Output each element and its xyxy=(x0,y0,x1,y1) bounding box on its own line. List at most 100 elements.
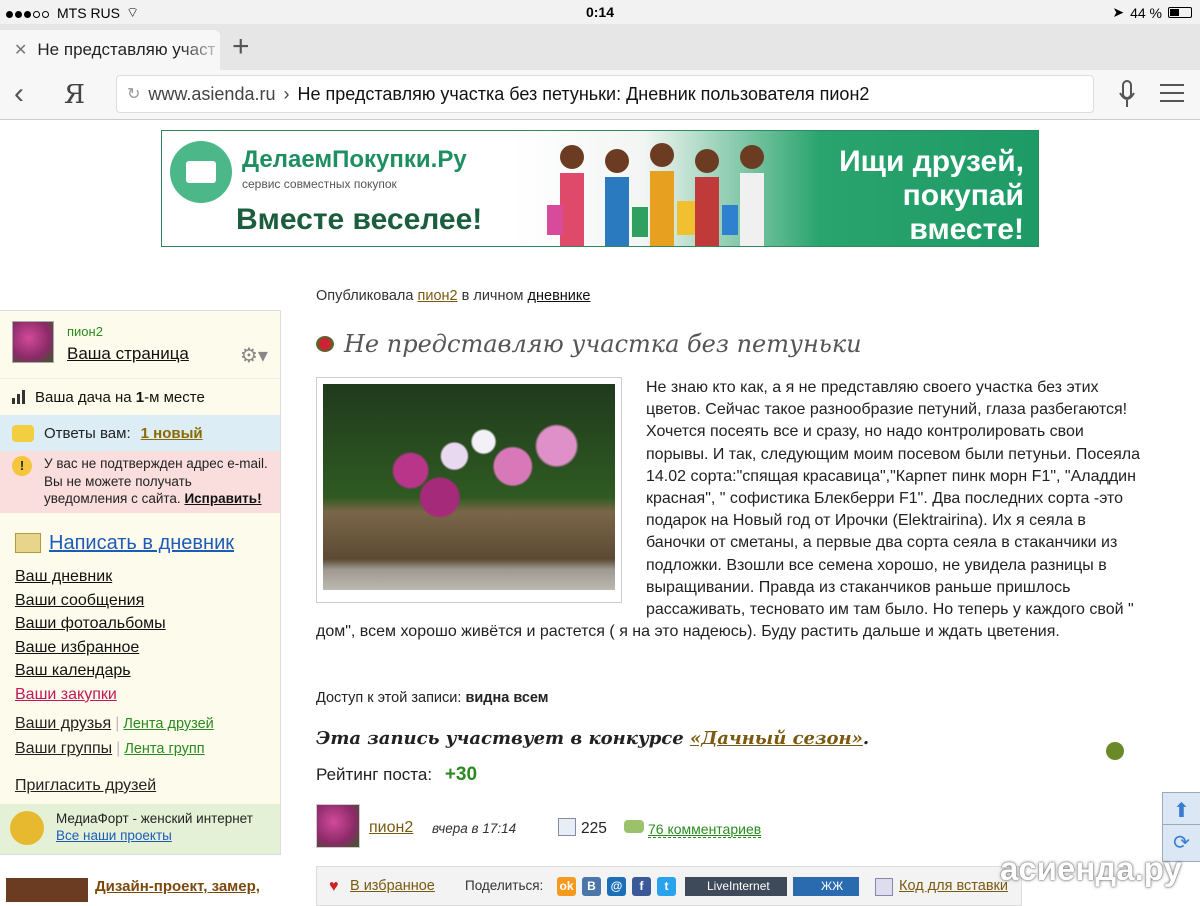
close-tab-icon[interactable]: ✕ xyxy=(14,40,27,60)
url-host: www.asienda.ru xyxy=(148,83,276,104)
post-meta: Опубликовала пион2 в личном дневнике xyxy=(316,288,590,304)
sidebar-ad-link[interactable]: Дизайн-проект, замер, xyxy=(95,878,260,895)
facebook-share-icon[interactable]: f xyxy=(632,877,651,896)
twitter-share-icon[interactable]: t xyxy=(657,877,676,896)
warning-icon: ! xyxy=(12,456,32,476)
sidebar-username[interactable]: пион2 xyxy=(67,324,103,339)
friends-feed-link[interactable]: Лента друзей xyxy=(123,716,213,732)
published-mid: в личном xyxy=(461,288,524,304)
all-projects-link[interactable]: Все наши проекты xyxy=(56,828,172,843)
microphone-icon[interactable] xyxy=(1118,80,1136,110)
liveinternet-share-button[interactable]: LiveInternet xyxy=(685,877,787,896)
back-button[interactable]: ‹ xyxy=(14,79,24,109)
reload-icon[interactable]: ↻ xyxy=(127,84,140,104)
contest-prefix: Эта запись участвует в конкурсе xyxy=(316,728,684,749)
post-title-row: Не представляю участка без петуньки xyxy=(316,330,862,358)
access-label: Доступ к этой записи: xyxy=(316,690,462,706)
author-link[interactable]: пион2 xyxy=(418,288,458,304)
diary-link[interactable]: дневнике xyxy=(528,288,591,304)
user-block: пион2 Ваша страница ⚙▾ xyxy=(0,311,280,379)
author-name-link[interactable]: пион2 xyxy=(369,819,413,837)
tab-title: Не представляю участка без петуньки: Дне… xyxy=(37,40,216,59)
sidebar-item-messages[interactable]: Ваши сообщения xyxy=(15,589,280,613)
sidebar-item-albums[interactable]: Ваши фотоальбомы xyxy=(15,612,280,636)
furniture-image xyxy=(6,878,88,902)
rating-row: Рейтинг поста: +30 xyxy=(316,764,477,786)
invite-friends-link[interactable]: Пригласить друзей xyxy=(15,777,156,794)
flower-icon xyxy=(316,336,334,352)
answers-row: Ответы вам: 1 новый xyxy=(0,415,280,451)
access-value: видна всем xyxy=(465,690,549,706)
your-page-link[interactable]: Ваша страница xyxy=(67,344,189,364)
ad-banner[interactable]: ДелаемПокупки.Ру сервис совместных покуп… xyxy=(161,130,1039,247)
rating-value: +30 xyxy=(444,764,478,785)
clock: 0:14 xyxy=(585,4,615,20)
sidebar-item-favorites[interactable]: Ваше избранное xyxy=(15,636,280,660)
wallet-icon xyxy=(170,141,232,203)
answers-label: Ответы вам: xyxy=(44,424,131,442)
answers-new-link[interactable]: 1 новый xyxy=(141,425,203,442)
write-diary-link[interactable]: Написать в дневник xyxy=(49,532,234,555)
published-prefix: Опубликовала xyxy=(316,288,414,304)
contest-suffix: . xyxy=(862,728,870,749)
sidebar-links: Ваш дневник Ваши сообщения Ваши фотоальб… xyxy=(0,565,280,706)
author-row: пион2 вчера в 17:14 225 76 комментариев xyxy=(316,804,836,848)
ladybug-icon xyxy=(1106,742,1124,760)
email-warning: ! У вас не подтвержден адрес e-mail. Вы … xyxy=(0,451,280,513)
embed-code-link[interactable]: Код для вставки xyxy=(899,878,1008,894)
post-time: вчера в 17:14 xyxy=(432,821,517,836)
mailru-share-icon[interactable]: @ xyxy=(607,877,626,896)
menu-icon[interactable] xyxy=(1160,84,1184,108)
rank-prefix: Ваша дача на xyxy=(35,388,136,406)
contest-row: Эта запись участвует в конкурсе «Дачный … xyxy=(316,728,869,749)
watermark: асиенда.ру xyxy=(1000,850,1182,887)
comments-icon xyxy=(624,820,644,833)
vk-share-icon[interactable]: В xyxy=(582,877,601,896)
user-avatar[interactable] xyxy=(12,321,54,363)
odnoklassniki-share-icon[interactable]: ok xyxy=(557,877,576,896)
groups-link[interactable]: Ваши группы xyxy=(15,740,112,757)
status-bar: MTS RUS ⌔ 0:14 ➤ 44 % xyxy=(0,0,1200,24)
notepad-icon xyxy=(15,533,41,553)
contest-link[interactable]: «Дачный сезон» xyxy=(690,728,863,749)
livejournal-share-button[interactable]: ЖЖ xyxy=(793,877,859,896)
yandex-logo-button[interactable]: Я xyxy=(64,80,85,110)
browser-tab[interactable]: ✕ Не представляю участка без петуньки: Д… xyxy=(0,30,220,70)
battery-icon xyxy=(1168,7,1192,18)
rank-suffix: -м месте xyxy=(144,388,205,406)
mediafort-text: МедиаФорт - женский интернет xyxy=(56,811,253,826)
address-bar-row: ‹ Я ↻ www.asienda.ru › Не представляю уч… xyxy=(0,70,1200,120)
gear-icon[interactable]: ⚙▾ xyxy=(240,343,268,368)
shopping-girls-image xyxy=(547,143,764,246)
share-bar: ♥ В избранное Поделиться: ok В @ f t Liv… xyxy=(316,866,1022,906)
sidebar: пион2 Ваша страница ⚙▾ Ваша дача на 1-м … xyxy=(0,310,281,855)
sidebar-item-diary[interactable]: Ваш дневник xyxy=(15,565,280,589)
friends-link[interactable]: Ваши друзья xyxy=(15,715,111,732)
sidebar-item-calendar[interactable]: Ваш календарь xyxy=(15,659,280,683)
address-field[interactable]: ↻ www.asienda.ru › Не представляю участк… xyxy=(116,75,1094,113)
access-row: Доступ к этой записи: видна всем xyxy=(316,690,549,706)
fix-email-link[interactable]: Исправить! xyxy=(184,491,261,506)
rank-bars-icon xyxy=(12,390,25,404)
post-title: Не представляю участка без петуньки xyxy=(344,330,862,358)
mediafort-block: МедиаФорт - женский интернет Все наши пр… xyxy=(0,804,280,854)
post-body: Не знаю кто как, а я не представляю свое… xyxy=(316,377,1146,643)
location-icon: ➤ xyxy=(1112,4,1125,20)
author-avatar[interactable] xyxy=(316,804,360,848)
sidebar-item-purchases[interactable]: Ваши закупки xyxy=(15,683,280,707)
sidebar-ad[interactable]: Дизайн-проект, замер, xyxy=(0,872,281,902)
comments-link[interactable]: 76 комментариев xyxy=(648,821,762,838)
rank-number: 1 xyxy=(135,388,145,406)
banner-motto: Вместе веселее! xyxy=(236,203,483,236)
add-favorite-link[interactable]: В избранное xyxy=(350,878,435,894)
mediafort-logo-icon xyxy=(10,811,44,845)
url-separator: › xyxy=(283,83,290,104)
views-icon xyxy=(558,818,576,836)
groups-feed-link[interactable]: Лента групп xyxy=(124,741,204,757)
heart-icon: ♥ xyxy=(329,878,339,895)
code-icon xyxy=(875,878,893,896)
share-label: Поделиться: xyxy=(465,878,544,893)
new-tab-button[interactable]: + xyxy=(232,32,250,62)
rating-label: Рейтинг поста: xyxy=(316,765,433,784)
speech-bubble-icon xyxy=(12,424,34,442)
